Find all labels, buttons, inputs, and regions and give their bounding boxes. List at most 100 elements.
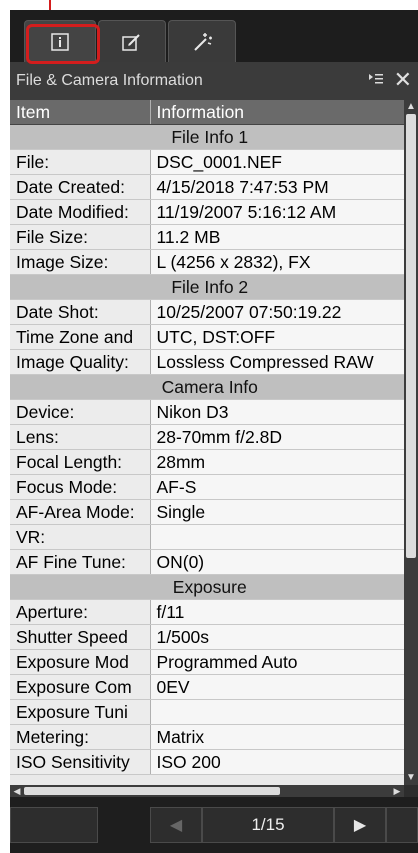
information-cell: 10/25/2007 07:50:19.22 [150, 299, 404, 325]
information-cell: UTC, DST:OFF [150, 324, 404, 350]
scroll-left-arrow-icon[interactable]: ◀ [10, 785, 24, 797]
section-title: File Info 1 [10, 124, 404, 150]
information-cell [150, 524, 404, 550]
page-indicator: 1/15 [202, 807, 334, 843]
tab-info[interactable] [24, 20, 96, 62]
table-row[interactable]: Date Created: 4/15/2018 7:47:53 PM [10, 174, 404, 200]
previous-image-button[interactable]: ◀ [150, 807, 202, 843]
table-body: File Info 1 File: DSC_0001.NEF Date Created… [10, 124, 404, 775]
table-row[interactable]: Date Shot: 10/25/2007 07:50:19.22 [10, 299, 404, 325]
panel-options-icon[interactable] [368, 72, 384, 91]
scroll-up-arrow-icon[interactable]: ▲ [404, 100, 418, 114]
table-row[interactable]: VR: [10, 524, 404, 550]
page-number: 1/15 [251, 815, 285, 834]
scroll-right-arrow-icon[interactable]: ▶ [390, 785, 404, 797]
table-row[interactable]: AF Fine Tune: ON(0) [10, 549, 404, 575]
item-cell: Focal Length: [10, 449, 151, 475]
column-header-information[interactable]: Information [150, 100, 404, 125]
information-cell: Nikon D3 [150, 399, 404, 425]
tab-bar [10, 10, 418, 62]
info-table-viewport: Item Information File Info 1 File: DSC_000… [10, 100, 404, 785]
item-cell: File Size: [10, 224, 151, 250]
info-icon [51, 32, 69, 51]
information-cell: 28mm [150, 449, 404, 475]
table-row[interactable]: Exposure Com 0EV [10, 674, 404, 700]
information-cell: 4/15/2018 7:47:53 PM [150, 174, 404, 200]
panel-titlebar: File & Camera Information ✕ [10, 62, 418, 100]
scroll-down-arrow-icon[interactable]: ▼ [404, 771, 418, 785]
next-arrow-icon: ▶ [353, 817, 367, 834]
item-cell: AF-Area Mode: [10, 499, 151, 525]
section-title: File Info 2 [10, 274, 404, 300]
scroll-corner [404, 785, 418, 797]
section-header-row[interactable]: Camera Info [10, 374, 404, 400]
next-image-button[interactable]: ▶ [334, 807, 386, 843]
section-header-row[interactable]: File Info 1 [10, 124, 404, 150]
table-row[interactable]: Lens: 28-70mm f/2.8D [10, 424, 404, 450]
item-cell: Exposure Mod [10, 649, 151, 675]
file-camera-info-panel: File & Camera Information ✕ Item Informa… [10, 10, 418, 853]
horizontal-scrollbar[interactable]: ◀ ▶ [10, 785, 404, 797]
table-row[interactable]: Focal Length: 28mm [10, 449, 404, 475]
section-title: Camera Info [10, 374, 404, 400]
table-row[interactable]: Focus Mode: AF-S [10, 474, 404, 500]
table-row[interactable]: Date Modified: 11/19/2007 5:16:12 AM [10, 199, 404, 225]
section-header-row[interactable]: File Info 2 [10, 274, 404, 300]
information-cell: f/11 [150, 599, 404, 625]
item-cell: Aperture: [10, 599, 151, 625]
information-cell: 1/500s [150, 624, 404, 650]
horizontal-scroll-thumb[interactable] [24, 787, 280, 795]
magic-wand-icon [191, 31, 213, 53]
table-row[interactable]: Exposure Mod Programmed Auto [10, 649, 404, 675]
item-cell: Image Quality: [10, 349, 151, 375]
section-title: Exposure [10, 574, 404, 600]
item-cell: Lens: [10, 424, 151, 450]
table-row[interactable]: Aperture: f/11 [10, 599, 404, 625]
section-header-row[interactable]: Exposure [10, 574, 404, 600]
item-cell: File: [10, 149, 151, 175]
tab-adjust[interactable] [168, 20, 236, 62]
edit-icon [122, 32, 142, 52]
item-cell: Date Shot: [10, 299, 151, 325]
nav-blank-left [10, 807, 98, 843]
information-cell: Lossless Compressed RAW [150, 349, 404, 375]
table-row[interactable]: Image Quality: Lossless Compressed RAW [10, 349, 404, 375]
table-row[interactable]: Metering: Matrix [10, 724, 404, 750]
item-cell: Date Modified: [10, 199, 151, 225]
table-row[interactable]: Exposure Tuni [10, 699, 404, 725]
item-cell: Time Zone and [10, 324, 151, 350]
table-row[interactable]: ISO Sensitivity ISO 200 [10, 749, 404, 775]
item-cell: Device: [10, 399, 151, 425]
information-cell: ON(0) [150, 549, 404, 575]
previous-arrow-icon: ◀ [169, 817, 183, 834]
item-cell: Date Created: [10, 174, 151, 200]
table-row[interactable]: Shutter Speed 1/500s [10, 624, 404, 650]
information-cell: Single [150, 499, 404, 525]
vertical-scroll-thumb[interactable] [406, 114, 416, 558]
information-cell: 28-70mm f/2.8D [150, 424, 404, 450]
info-table: Item Information File Info 1 File: DSC_000… [10, 100, 404, 775]
close-icon[interactable]: ✕ [394, 68, 412, 92]
panel-title: File & Camera Information [16, 72, 203, 89]
item-cell: Shutter Speed [10, 624, 151, 650]
information-cell [150, 699, 404, 725]
table-row[interactable]: File Size: 11.2 MB [10, 224, 404, 250]
item-cell: ISO Sensitivity [10, 749, 151, 775]
table-row[interactable]: Device: Nikon D3 [10, 399, 404, 425]
information-cell: Matrix [150, 724, 404, 750]
item-cell: AF Fine Tune: [10, 549, 151, 575]
page-navigation-bar: ◀ 1/15 ▶ [10, 797, 418, 853]
information-cell: ISO 200 [150, 749, 404, 775]
table-row[interactable]: Time Zone and UTC, DST:OFF [10, 324, 404, 350]
table-row[interactable]: File: DSC_0001.NEF [10, 149, 404, 175]
table-row[interactable]: Image Size: L (4256 x 2832), FX [10, 249, 404, 275]
item-cell: Exposure Tuni [10, 699, 151, 725]
tab-edit[interactable] [98, 20, 166, 62]
column-header-item[interactable]: Item [10, 100, 151, 125]
vertical-scrollbar[interactable]: ▲ ▼ [404, 100, 418, 785]
information-cell: Programmed Auto [150, 649, 404, 675]
information-cell: 11.2 MB [150, 224, 404, 250]
item-cell: Exposure Com [10, 674, 151, 700]
table-row[interactable]: AF-Area Mode: Single [10, 499, 404, 525]
information-cell: 11/19/2007 5:16:12 AM [150, 199, 404, 225]
